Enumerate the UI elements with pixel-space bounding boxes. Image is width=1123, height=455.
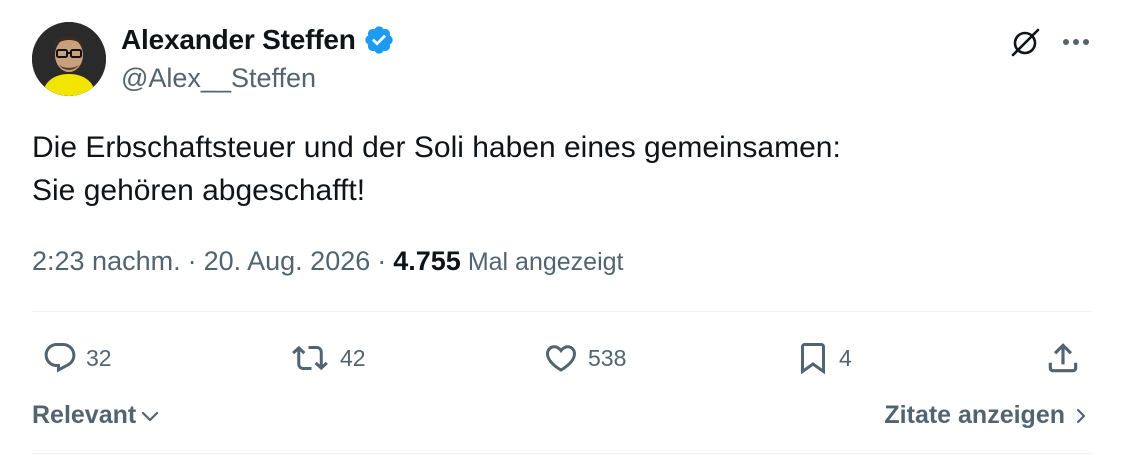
divider — [32, 311, 1092, 312]
like-count: 538 — [588, 344, 627, 371]
tweet-date[interactable]: 20. Aug. 2026 — [204, 246, 371, 277]
tweet-time[interactable]: 2:23 nachm. — [32, 246, 181, 277]
reply-button[interactable]: 32 — [42, 336, 112, 380]
chevron-down-icon — [142, 411, 159, 421]
grok-button[interactable] — [1006, 24, 1044, 62]
views-count: 4.755 — [393, 246, 461, 276]
repost-count: 42 — [340, 344, 366, 371]
meta-separator: · — [377, 246, 387, 276]
share-icon — [1048, 343, 1078, 373]
meta-separator: · — [187, 246, 197, 276]
author-display-name[interactable]: Alexander Steffen — [121, 24, 356, 56]
more-options-button[interactable] — [1058, 24, 1094, 60]
reply-count: 32 — [86, 344, 112, 371]
view-quotes-link[interactable]: Zitate anzeigen — [884, 401, 1087, 430]
quotes-label: Zitate anzeigen — [884, 401, 1065, 429]
more-icon — [1063, 39, 1089, 45]
sort-label: Relevant — [32, 401, 137, 429]
like-button[interactable]: 538 — [542, 336, 626, 380]
bookmark-icon — [801, 343, 825, 375]
avatar-image — [32, 22, 106, 96]
sort-relevant-dropdown[interactable]: Relevant — [32, 401, 160, 430]
repost-button[interactable]: 42 — [288, 336, 366, 380]
bookmark-button[interactable]: 4 — [795, 336, 852, 380]
action-bar: 32 42 538 4 — [0, 336, 1123, 380]
views-label: Mal angezeigt — [467, 248, 624, 276]
tweet-text-line-2: Sie gehören abgeschafft! — [32, 174, 366, 207]
reply-icon — [44, 343, 76, 373]
bookmark-count: 4 — [839, 344, 852, 371]
share-button[interactable] — [1044, 336, 1082, 380]
tweet-text: Die Erbschaftsteuer und der Soli haben e… — [32, 126, 841, 212]
like-icon — [545, 345, 577, 372]
repost-icon — [292, 345, 328, 371]
tweet-card: Alexander Steffen @Alex__Steffen Die Erb… — [0, 0, 1123, 455]
avatar[interactable] — [32, 22, 106, 96]
divider — [32, 453, 1092, 454]
tweet-meta: 2:23 nachm. · 20. Aug. 2026 · 4.755 Mal … — [32, 246, 623, 277]
author-name-row[interactable]: Alexander Steffen — [121, 24, 395, 56]
chevron-right-icon — [1076, 408, 1086, 423]
verified-badge-icon[interactable] — [363, 24, 395, 56]
author-handle[interactable]: @Alex__Steffen — [121, 63, 316, 94]
grok-icon — [1011, 28, 1040, 57]
tweet-text-line-1: Die Erbschaftsteuer und der Soli haben e… — [32, 131, 841, 164]
